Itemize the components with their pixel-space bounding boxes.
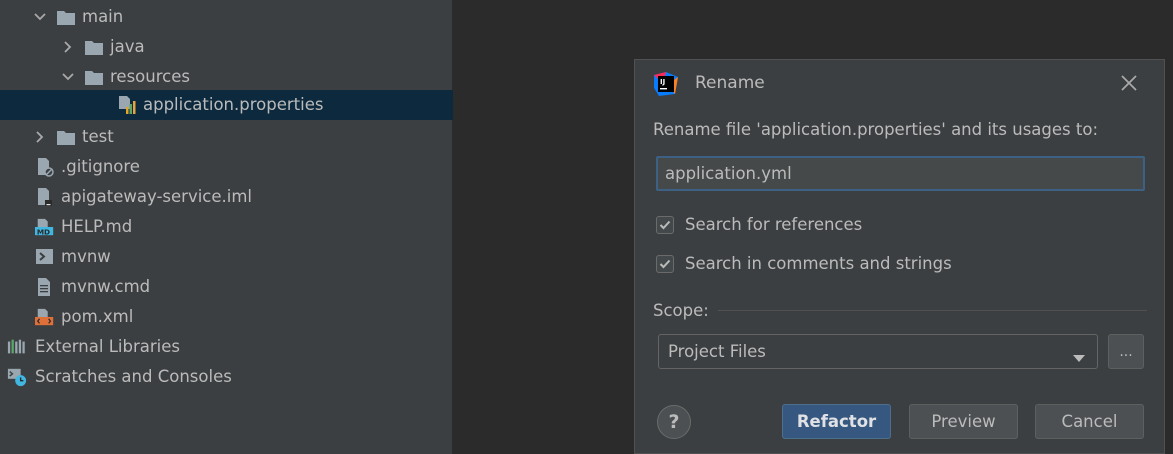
tree-item-label: resources xyxy=(110,67,190,86)
folder-icon xyxy=(56,127,76,147)
scope-value: Project Files xyxy=(668,342,766,361)
svg-text:MD: MD xyxy=(37,227,50,236)
scope-separator xyxy=(718,310,1147,311)
tree-item-label: java xyxy=(110,37,145,56)
scratches-icon xyxy=(7,367,27,387)
tree-item-label: .gitignore xyxy=(61,157,140,176)
gitignore-file-icon xyxy=(35,157,55,177)
scope-label: Scope: xyxy=(653,301,709,320)
properties-file-icon xyxy=(117,95,137,115)
libraries-icon xyxy=(7,337,27,357)
chevron-right-icon[interactable] xyxy=(32,129,48,145)
tree-item-scratches[interactable]: Scratches and Consoles xyxy=(0,362,459,392)
chevron-down-icon[interactable] xyxy=(60,69,76,85)
tree-item-apigateway-iml[interactable]: apigateway-service.iml xyxy=(0,182,487,212)
tree-item-label: Scratches and Consoles xyxy=(35,367,232,386)
dialog-title: Rename xyxy=(695,73,765,93)
rename-prompt: Rename file 'application.properties' and… xyxy=(653,120,1099,139)
folder-icon xyxy=(56,7,76,27)
refactor-button[interactable]: Refactor xyxy=(782,404,891,439)
rename-dialog: IJ Rename Rename file 'application.prope… xyxy=(634,59,1165,454)
tree-item-label: HELP.md xyxy=(61,217,133,236)
tree-item-label: main xyxy=(82,7,124,26)
help-button[interactable]: ? xyxy=(657,405,691,439)
shell-script-icon xyxy=(35,247,55,267)
preview-button[interactable]: Preview xyxy=(909,404,1018,439)
svg-text:IJ: IJ xyxy=(660,78,665,86)
chevron-right-icon[interactable] xyxy=(60,39,76,55)
markdown-file-icon: MD xyxy=(35,217,55,237)
close-icon[interactable] xyxy=(1118,72,1140,94)
tree-item-label: apigateway-service.iml xyxy=(61,187,252,206)
tree-item-mvnw[interactable]: mvnw xyxy=(0,242,487,272)
tree-item-main[interactable]: main xyxy=(0,2,484,32)
tree-item-test[interactable]: test xyxy=(0,122,484,152)
tree-item-external-libraries[interactable]: External Libraries xyxy=(0,332,459,362)
folder-icon xyxy=(84,67,104,87)
new-name-input[interactable] xyxy=(656,156,1145,191)
checkbox-checked-icon[interactable] xyxy=(656,254,674,273)
scope-dropdown[interactable]: Project Files xyxy=(658,334,1098,369)
search-references-label: Search for references xyxy=(685,215,863,234)
tree-item-label: mvnw xyxy=(61,247,111,266)
project-tree: main java resources application.properti… xyxy=(0,0,569,454)
search-references-checkbox[interactable]: Search for references xyxy=(656,215,862,234)
tree-item-label: External Libraries xyxy=(35,337,180,356)
tree-item-resources[interactable]: resources xyxy=(0,62,512,92)
tree-item-java[interactable]: java xyxy=(0,32,512,62)
search-comments-label: Search in comments and strings xyxy=(685,254,952,273)
tree-item-label: pom.xml xyxy=(61,307,134,326)
text-file-icon xyxy=(35,277,55,297)
xml-file-icon xyxy=(35,307,55,327)
tree-item-mvnw-cmd[interactable]: mvnw.cmd xyxy=(0,272,487,302)
search-comments-checkbox[interactable]: Search in comments and strings xyxy=(656,254,952,273)
intellij-logo-icon: IJ xyxy=(653,71,679,97)
tree-item-label: application.properties xyxy=(143,95,324,114)
iml-file-icon xyxy=(35,187,55,207)
tree-item-help-md[interactable]: MD HELP.md xyxy=(0,212,487,242)
chevron-down-icon[interactable] xyxy=(32,9,48,25)
dropdown-arrow-icon xyxy=(1073,348,1085,367)
folder-icon xyxy=(84,37,104,57)
tree-item-pom-xml[interactable]: pom.xml xyxy=(0,302,487,332)
tree-item-label: test xyxy=(82,127,114,146)
tree-item-label: mvnw.cmd xyxy=(61,277,151,296)
checkbox-checked-icon[interactable] xyxy=(656,215,674,234)
cancel-button[interactable]: Cancel xyxy=(1035,404,1144,439)
scope-more-button[interactable]: ... xyxy=(1108,334,1144,369)
tree-item-gitignore[interactable]: .gitignore xyxy=(0,152,487,182)
